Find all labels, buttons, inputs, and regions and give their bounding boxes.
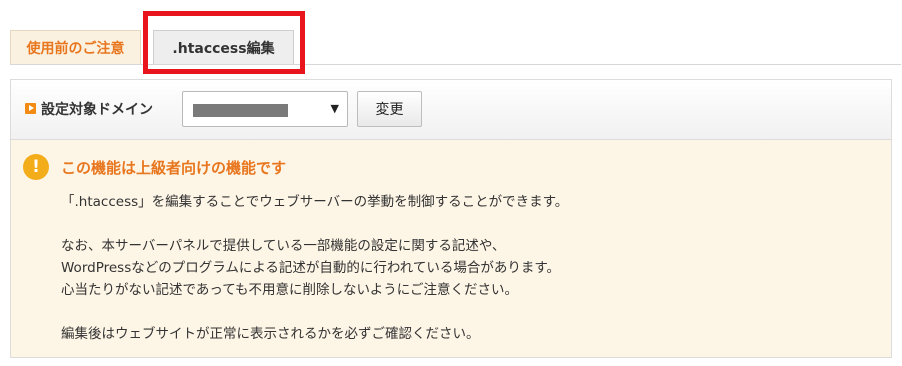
chevron-down-icon: ▼	[330, 102, 339, 115]
domain-selector-row: 設定対象ドメイン ▼ 変更	[11, 80, 891, 140]
tab-precautions-label: 使用前のご注意	[26, 41, 125, 57]
notice-line: 「.htaccess」を編集することでウェブサーバーの挙動を制御することができま…	[61, 194, 569, 210]
tab-precautions[interactable]: 使用前のご注意	[10, 30, 141, 65]
notice-line: 編集後はウェブサイトが正常に表示されるかを必ずご確認ください。	[61, 326, 480, 342]
warning-icon: !	[23, 154, 49, 180]
notice-line: なお、本サーバーパネルで提供している一部機能の設定に関する記述や、	[61, 238, 506, 254]
notice-line: WordPressなどのプログラムによる記述が自動的に行われている場合があります…	[61, 260, 560, 276]
notice-title: この機能は上級者向けの機能です	[61, 159, 287, 177]
notice-box: ! この機能は上級者向けの機能です 「.htaccess」を編集することでウェブ…	[11, 140, 891, 357]
domain-label: 設定対象ドメイン	[41, 102, 153, 118]
tab-divider	[10, 64, 901, 65]
tab-htaccess-edit-label: .htaccess編集	[172, 40, 275, 57]
arrow-bullet-icon	[25, 103, 36, 114]
tab-htaccess-edit[interactable]: .htaccess編集	[153, 30, 294, 64]
htaccess-panel: 設定対象ドメイン ▼ 変更 ! この機能は上級者向けの機能です 「.htacce…	[10, 79, 892, 358]
redacted-domain-value	[193, 104, 288, 117]
notice-line: 心当たりがない記述であっても不用意に削除しないようにご注意ください。	[61, 282, 518, 298]
domain-select[interactable]: ▼	[182, 91, 348, 127]
change-button[interactable]: 変更	[357, 91, 422, 127]
